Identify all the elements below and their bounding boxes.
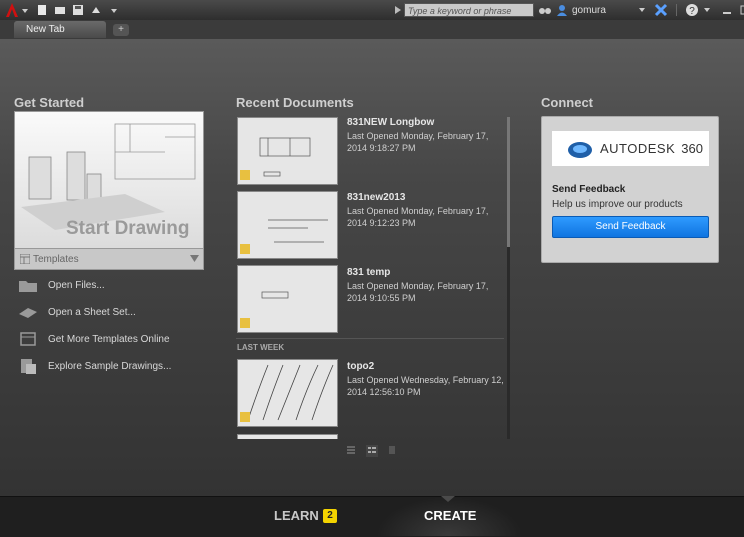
get-started-heading: Get Started xyxy=(14,95,85,110)
svg-text:?: ? xyxy=(689,6,695,17)
document-last-opened: Last Opened Monday, February 17, 2014 9:… xyxy=(347,281,489,303)
document-name[interactable]: 831new2013 xyxy=(347,192,405,203)
document-name[interactable]: 831 temp xyxy=(347,267,390,278)
search-input[interactable]: Type a keyword or phrase xyxy=(404,3,534,17)
templates-online-label: Get More Templates Online xyxy=(48,333,170,345)
templates-label: Templates xyxy=(33,254,79,265)
autodesk-360-link[interactable]: AUTODESK 360 xyxy=(552,131,709,166)
file-tab-bar xyxy=(0,20,744,39)
brand-name: AUTODESK xyxy=(600,141,676,156)
document-last-opened: Last Opened Wednesday, February 12, 2014… xyxy=(347,375,504,397)
feedback-subtitle: Help us improve our products xyxy=(552,199,683,210)
template-icon xyxy=(20,254,30,264)
sample-drawings-label: Explore Sample Drawings... xyxy=(48,360,172,372)
dwg-file-icon xyxy=(240,412,250,422)
drawing-preview xyxy=(240,219,328,254)
sample-drawings-icon xyxy=(21,359,36,374)
tab-new-tab[interactable]: New Tab xyxy=(14,21,106,38)
dwg-file-icon xyxy=(240,318,250,328)
application-menu-button[interactable] xyxy=(2,1,32,19)
document-thumbnail[interactable] xyxy=(237,191,338,259)
drawing-preview xyxy=(240,137,311,180)
sample-drawings-link[interactable]: Explore Sample Drawings... xyxy=(18,356,171,376)
username-label: gomura xyxy=(572,4,606,16)
connect-heading: Connect xyxy=(541,95,593,110)
drawing-preview xyxy=(240,291,289,328)
document-thumbnail[interactable] xyxy=(237,265,338,333)
learn-notification-badge: 2 xyxy=(323,509,337,523)
chevron-down-icon[interactable] xyxy=(703,6,711,14)
help-icon[interactable]: ? xyxy=(685,3,699,17)
active-indicator xyxy=(441,496,455,502)
document-last-opened: Last Opened Monday, February 17, 2014 9:… xyxy=(347,206,489,228)
minimize-icon xyxy=(722,12,731,14)
window-controls xyxy=(722,5,744,15)
sheet-set-icon xyxy=(19,308,37,318)
dropdown-arrow-icon[interactable] xyxy=(108,3,120,15)
templates-online-icon xyxy=(20,332,36,346)
divider xyxy=(236,338,504,339)
divider xyxy=(675,4,677,16)
document-thumbnail[interactable] xyxy=(237,434,338,439)
open-files-link[interactable]: Open Files... xyxy=(18,275,105,295)
open-folder-icon[interactable] xyxy=(54,3,66,15)
drawing-preview xyxy=(240,364,334,422)
folder-icon xyxy=(19,281,37,292)
start-drawing-label: Start Drawing xyxy=(66,218,190,239)
chevron-down-icon xyxy=(190,255,199,262)
send-feedback-button[interactable]: Send Feedback xyxy=(552,216,709,238)
open-sheet-set-link[interactable]: Open a Sheet Set... xyxy=(18,302,136,322)
last-week-label: LAST WEEK xyxy=(237,343,285,352)
user-signin[interactable]: gomura ? xyxy=(556,3,744,17)
document-name[interactable]: 831NEW Longbow xyxy=(347,117,434,128)
chevron-down-icon[interactable] xyxy=(638,6,646,14)
document-thumbnail[interactable] xyxy=(237,359,338,427)
feedback-title: Send Feedback xyxy=(552,184,626,195)
detail-view-icon[interactable] xyxy=(366,445,378,457)
dwg-file-icon xyxy=(240,244,250,254)
plot-icon[interactable] xyxy=(90,3,102,15)
open-sheet-set-label: Open a Sheet Set... xyxy=(48,306,136,318)
recent-documents-heading: Recent Documents xyxy=(236,95,354,110)
save-icon[interactable] xyxy=(72,3,84,15)
document-thumbnail[interactable] xyxy=(237,117,338,185)
binoculars-icon[interactable] xyxy=(538,3,552,17)
dwg-file-icon xyxy=(240,170,250,180)
document-name[interactable]: topo2 xyxy=(347,361,374,372)
templates-dropdown[interactable]: Templates xyxy=(14,249,204,270)
autocad-logo-icon xyxy=(6,3,28,17)
thumbnail-view-icon[interactable] xyxy=(388,445,396,455)
templates-online-link[interactable]: Get More Templates Online xyxy=(18,329,170,349)
user-icon xyxy=(557,5,567,16)
autodesk-360-logo-icon xyxy=(568,141,592,158)
new-file-icon[interactable] xyxy=(36,3,48,15)
create-tab[interactable]: CREATE xyxy=(424,508,476,523)
document-last-opened: Last Opened Monday, February 17, 2014 9:… xyxy=(347,131,489,153)
scrollbar-thumb[interactable] xyxy=(507,117,510,247)
learn-tab[interactable]: LEARN xyxy=(274,508,319,523)
bottom-navigation-bar xyxy=(0,496,744,537)
open-files-label: Open Files... xyxy=(48,279,105,291)
add-tab-button[interactable]: + xyxy=(113,24,129,36)
search-expand-icon[interactable] xyxy=(394,6,402,15)
brand-suffix: 360 xyxy=(681,141,703,156)
list-view-icon[interactable] xyxy=(346,445,356,455)
quick-access-toolbar xyxy=(36,3,120,17)
exchange-apps-icon[interactable] xyxy=(654,3,668,17)
view-mode-toggle xyxy=(346,445,396,457)
